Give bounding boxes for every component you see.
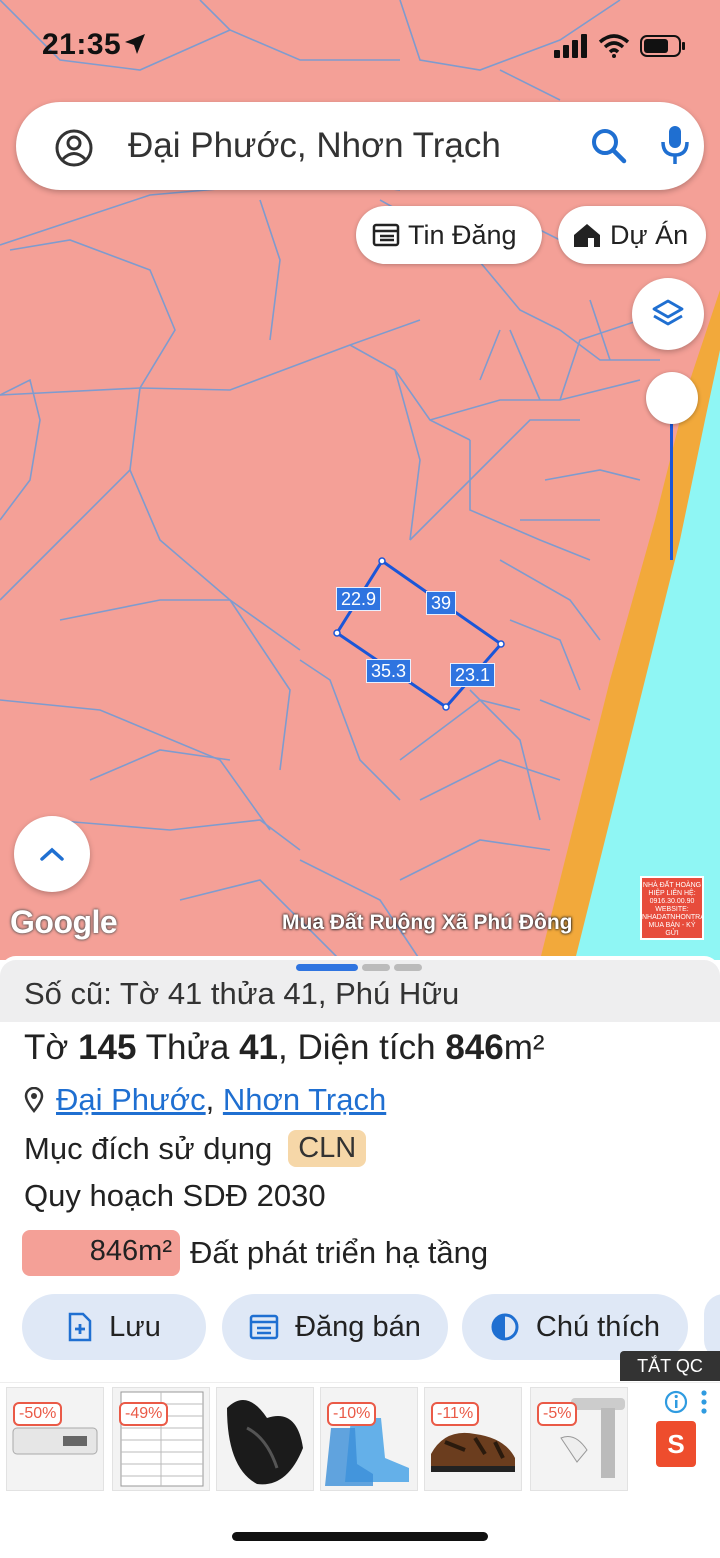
microphone-icon[interactable] bbox=[658, 124, 692, 166]
page-indicator[interactable] bbox=[394, 964, 422, 971]
signal-icon bbox=[554, 34, 587, 58]
google-logo: Google bbox=[10, 904, 118, 940]
plan-label: Quy hoạch SDĐ 2030 bbox=[24, 1178, 326, 1213]
contrast-icon bbox=[491, 1313, 519, 1341]
ad-product[interactable]: -11% bbox=[424, 1387, 522, 1491]
house-icon bbox=[574, 224, 600, 247]
ad-product[interactable] bbox=[216, 1387, 314, 1491]
search-icon[interactable] bbox=[590, 127, 628, 165]
legend-button-label: Chú thích bbox=[535, 1310, 661, 1343]
edge-length-label: 23.1 bbox=[450, 663, 496, 687]
area-label: , Diện tích bbox=[278, 1028, 436, 1067]
old-parcel-info: Số cũ: Tờ 41 thửa 41, Phú Hữu bbox=[24, 976, 460, 1011]
post-for-sale-button[interactable]: Đăng bán bbox=[222, 1294, 448, 1360]
page-indicator[interactable] bbox=[362, 964, 390, 971]
listings-icon bbox=[372, 223, 400, 247]
ad-info-icon[interactable] bbox=[664, 1389, 712, 1415]
product-image bbox=[227, 1400, 303, 1485]
discount-badge: -11% bbox=[431, 1402, 480, 1426]
advertiser-thumbnail[interactable]: NHÀ ĐẤT HOÀNG HIỆP LIÊN HỆ: 0916.30.00.9… bbox=[640, 876, 704, 940]
ad-product[interactable]: -50% bbox=[6, 1387, 104, 1491]
map-overlay-text: Mua Đất Ruộng Xã Phú Đông bbox=[282, 911, 573, 934]
parcel-title: Tờ 145 Thửa 41, Diện tích 846m² bbox=[24, 1028, 545, 1068]
ad-product[interactable]: -10% bbox=[320, 1387, 418, 1491]
projects-chip-label: Dự Án bbox=[610, 219, 689, 250]
page-indicator-active[interactable] bbox=[296, 964, 358, 971]
close-ads-button[interactable]: TẮT QC bbox=[620, 1351, 720, 1381]
listing-icon bbox=[249, 1314, 279, 1340]
area-value: 846 bbox=[445, 1028, 504, 1067]
shopee-logo-icon[interactable]: S bbox=[656, 1421, 696, 1467]
purpose-code-badge: CLN bbox=[288, 1130, 367, 1167]
battery-icon bbox=[640, 35, 685, 57]
location-arrow-icon bbox=[125, 34, 145, 54]
save-button[interactable]: Lưu bbox=[22, 1294, 206, 1360]
account-icon[interactable] bbox=[54, 128, 94, 168]
purpose-label: Mục đích sử dụng bbox=[24, 1130, 273, 1166]
save-button-label: Lưu bbox=[109, 1310, 161, 1343]
district-link[interactable]: Nhơn Trạch bbox=[223, 1082, 386, 1117]
search-input[interactable]: Đại Phước, Nhơn Trạch bbox=[128, 126, 501, 166]
map-view[interactable]: 22.9 39 35.3 23.1 21:35 Đại Phước, Nhơn … bbox=[0, 0, 720, 960]
ward-link[interactable]: Đại Phước bbox=[56, 1082, 206, 1117]
layers-button[interactable] bbox=[632, 278, 704, 350]
discount-badge: -10% bbox=[327, 1402, 377, 1426]
edge-length-label: 35.3 bbox=[366, 659, 412, 683]
expand-up-button[interactable] bbox=[14, 816, 90, 892]
plan-area-badge: 846m² bbox=[22, 1230, 180, 1276]
search-bar[interactable]: Đại Phước, Nhơn Trạch bbox=[16, 102, 704, 190]
plan-type-label: Đất phát triển hạ tầng bbox=[190, 1235, 489, 1270]
discount-badge: -49% bbox=[119, 1402, 169, 1426]
area-unit: m² bbox=[503, 1028, 545, 1067]
location-pin-icon bbox=[24, 1087, 44, 1113]
status-bar: 21:35 bbox=[0, 0, 720, 90]
add-file-icon bbox=[68, 1312, 92, 1342]
opacity-slider-knob[interactable] bbox=[646, 372, 698, 424]
edge-length-label: 22.9 bbox=[336, 587, 382, 611]
layers-icon bbox=[652, 299, 684, 326]
ad-product[interactable]: -49% bbox=[112, 1387, 210, 1491]
discount-badge: -50% bbox=[13, 1402, 63, 1426]
action-bar: Lưu Đăng bán Chú thích bbox=[0, 1294, 720, 1360]
listings-chip[interactable]: Tin Đăng bbox=[356, 206, 542, 264]
listings-chip-label: Tin Đăng bbox=[408, 219, 517, 250]
plan-area-row: 846m² Đất phát triển hạ tầng bbox=[22, 1230, 488, 1276]
address-separator: , bbox=[205, 1082, 215, 1117]
parcel-number: 41 bbox=[239, 1028, 278, 1067]
home-indicator[interactable] bbox=[232, 1532, 488, 1541]
parcel-label: Thửa bbox=[145, 1028, 230, 1067]
sheet-number: 145 bbox=[78, 1028, 137, 1067]
ad-strip: -50% -49% -10% -11% -5% S bbox=[0, 1382, 720, 1494]
sheet-label: Tờ bbox=[24, 1028, 69, 1067]
edge-length-label: 39 bbox=[426, 591, 457, 615]
address: Đại Phước, Nhơn Trạch bbox=[24, 1082, 386, 1118]
ad-product[interactable]: -5% bbox=[530, 1387, 628, 1491]
wifi-icon bbox=[598, 34, 630, 58]
land-use-purpose: Mục đích sử dụng CLN bbox=[24, 1130, 367, 1167]
post-button-label: Đăng bán bbox=[295, 1310, 421, 1343]
chevron-up-icon bbox=[40, 847, 64, 861]
projects-chip[interactable]: Dự Án bbox=[558, 206, 706, 264]
clock: 21:35 bbox=[42, 28, 122, 61]
discount-badge: -5% bbox=[537, 1402, 578, 1426]
